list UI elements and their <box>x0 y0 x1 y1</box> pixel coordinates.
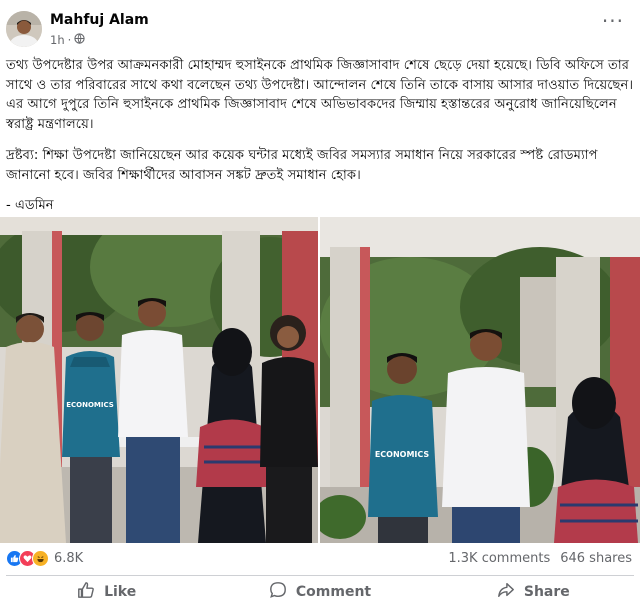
like-label: Like <box>104 583 137 600</box>
post-time[interactable]: 1h <box>50 33 65 47</box>
like-button[interactable]: Like <box>0 578 213 605</box>
post-meta: 1h · <box>50 33 85 47</box>
author-name[interactable]: Mahfuj Alam <box>50 12 149 28</box>
globe-icon <box>74 33 85 47</box>
shares-count[interactable]: 646 shares <box>560 551 632 566</box>
reactions-summary[interactable]: 6.8K <box>6 550 83 567</box>
thumbs-up-icon <box>77 581 95 603</box>
more-icon[interactable]: ··· <box>602 11 624 31</box>
post-paragraph: দ্রষ্টব্য: শিক্ষা উপদেষ্টা জানিয়েছেন আর… <box>6 148 598 183</box>
post-photo-left[interactable]: ECONOMICS <box>0 217 318 543</box>
haha-reaction-icon <box>32 550 49 567</box>
post-actions: Like Comment Share <box>0 578 640 605</box>
comment-icon <box>269 581 287 603</box>
comment-label: Comment <box>295 583 372 600</box>
post-signature: - এডমিন <box>6 198 54 213</box>
post-photo-right[interactable]: ECONOMICS <box>320 217 640 543</box>
author-avatar[interactable] <box>6 11 42 47</box>
post-photos: ECONOMICS ECONOMICS <box>0 217 640 543</box>
facebook-post: Mahfuj Alam 1h · ··· তথ্য উপদেষ্টার উপর … <box>0 0 640 605</box>
post-paragraph: তথ্য উপদেষ্টার উপর আক্রমনকারী মোহাম্মদ হ… <box>6 58 634 132</box>
jersey-text: ECONOMICS <box>375 450 430 459</box>
comments-count[interactable]: 1.3K comments <box>448 551 550 566</box>
post-text: তথ্য উপদেষ্টার উপর আক্রমনকারী মোহাম্মদ হ… <box>6 56 634 228</box>
comment-button[interactable]: Comment <box>213 578 426 605</box>
reaction-count: 6.8K <box>54 551 84 566</box>
share-label: Share <box>523 583 570 600</box>
post-header: Mahfuj Alam 1h · ··· <box>0 0 640 52</box>
share-button[interactable]: Share <box>427 578 640 605</box>
share-icon <box>497 581 515 603</box>
divider <box>6 575 634 576</box>
jersey-text: ECONOMICS <box>66 401 114 409</box>
post-counts: 6.8K 1.3K comments 646 shares <box>0 548 640 570</box>
post-stats: 1.3K comments 646 shares <box>448 551 632 566</box>
